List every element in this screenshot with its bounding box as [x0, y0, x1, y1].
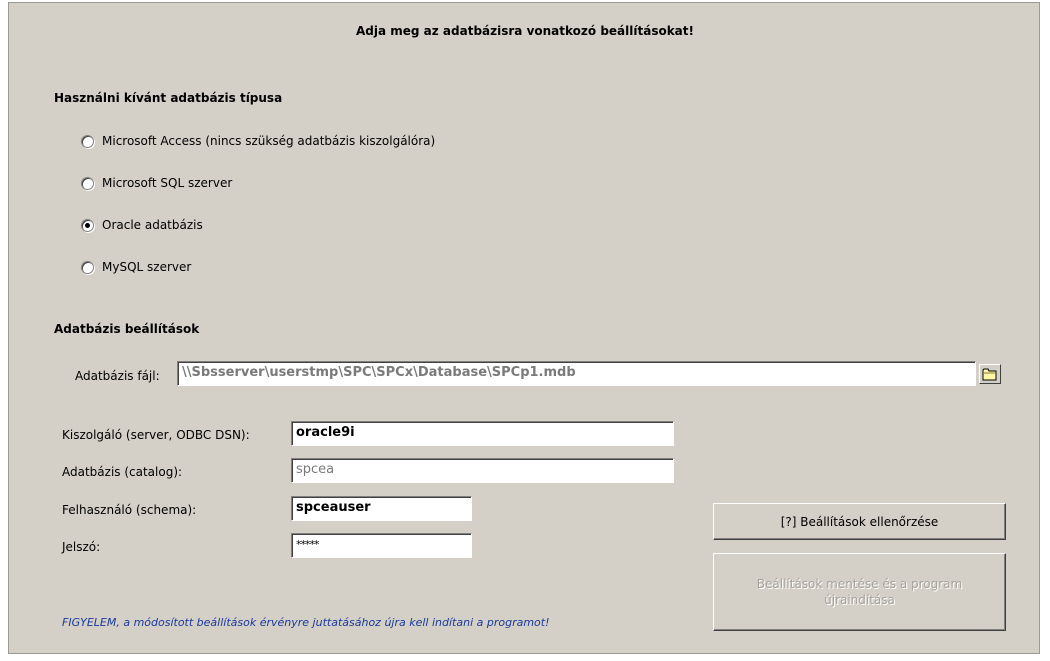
user-input[interactable]: spceauser [291, 496, 472, 521]
radio-access-indicator[interactable] [81, 134, 94, 148]
radio-mssql-label: Microsoft SQL szerver [102, 176, 233, 190]
server-label: Kiszolgáló (server, ODBC DSN): [62, 428, 250, 442]
radio-mssql-indicator[interactable] [81, 176, 94, 190]
db-file-field[interactable]: \\Sbsserver\userstmp\SPC\SPCx\Database\S… [177, 361, 976, 386]
radio-mssql[interactable]: Microsoft SQL szerver [81, 176, 232, 190]
radio-oracle-label: Oracle adatbázis [102, 218, 203, 232]
catalog-input[interactable]: spcea [291, 458, 674, 483]
save-restart-button[interactable]: Beállítások mentése és a program újraind… [713, 553, 1006, 631]
server-input[interactable]: oracle9i [291, 421, 674, 446]
browse-button[interactable] [979, 364, 1001, 384]
db-type-heading: Használni kívánt adatbázis típusa [54, 91, 283, 105]
radio-mysql[interactable]: MySQL szerver [81, 260, 191, 274]
save-restart-line2: újraindítása [824, 593, 895, 607]
db-file-label: Adatbázis fájl: [75, 369, 160, 383]
user-label: Felhasználó (schema): [62, 503, 197, 517]
radio-access[interactable]: Microsoft Access (nincs szükség adatbázi… [81, 134, 435, 148]
check-settings-button[interactable]: [?] Beállítások ellenőrzése [713, 503, 1006, 540]
warning-text: FIGYELEM, a módosított beállítások érvén… [62, 616, 550, 629]
catalog-label: Adatbázis (catalog): [62, 465, 183, 479]
radio-mysql-indicator[interactable] [81, 260, 94, 274]
radio-mysql-label: MySQL szerver [102, 260, 192, 274]
radio-oracle[interactable]: Oracle adatbázis [81, 218, 203, 232]
settings-panel: Adja meg az adatbázisra vonatkozó beállí… [8, 2, 1040, 654]
folder-icon [982, 368, 997, 381]
page-title: Adja meg az adatbázisra vonatkozó beállí… [355, 24, 694, 38]
radio-oracle-indicator[interactable] [81, 218, 94, 232]
radio-access-label: Microsoft Access (nincs szükség adatbázi… [102, 134, 436, 148]
password-input[interactable]: ***** [291, 533, 472, 558]
password-label: Jelszó: [62, 540, 101, 554]
db-settings-heading: Adatbázis beállítások [54, 322, 200, 336]
save-restart-line1: Beállítások mentése és a program [756, 577, 963, 591]
